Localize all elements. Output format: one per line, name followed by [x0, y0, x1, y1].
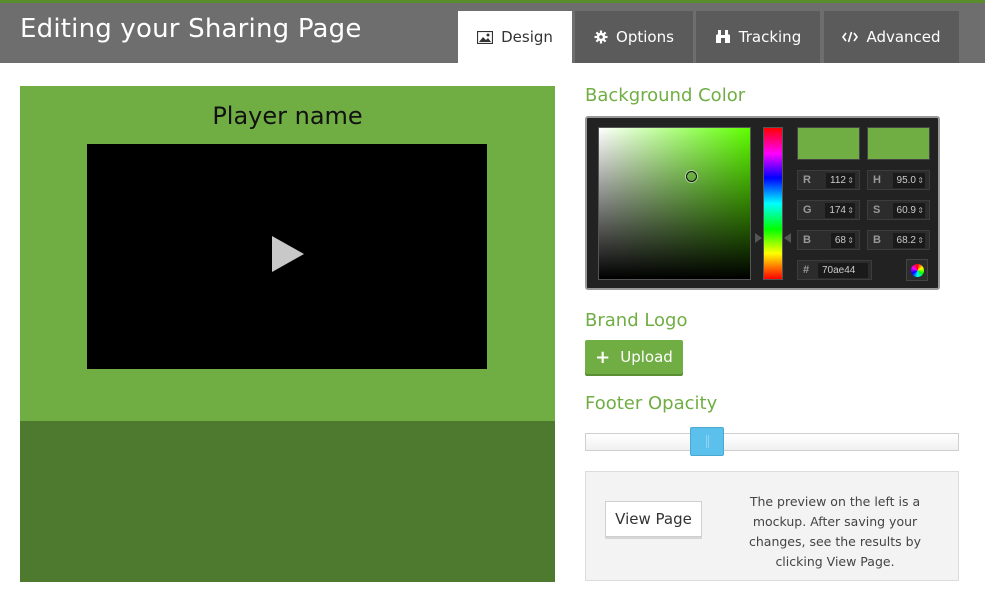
gear-icon: [594, 30, 608, 44]
footer-opacity-slider[interactable]: [585, 433, 959, 451]
view-page-button[interactable]: View Page: [605, 501, 702, 537]
tab-label: Advanced: [866, 28, 941, 46]
hue-arrow-right-icon: [784, 233, 791, 243]
red-input[interactable]: 112: [826, 173, 855, 188]
blue-input[interactable]: 68: [830, 233, 855, 248]
tab-label: Options: [616, 28, 674, 46]
page-title: Editing your Sharing Page: [20, 14, 362, 44]
hue-input[interactable]: 95.0: [892, 173, 925, 188]
slider-handle[interactable]: [690, 427, 724, 456]
hex-input[interactable]: 70ae44: [818, 263, 868, 278]
binoculars-icon: [715, 30, 731, 44]
red-field[interactable]: R 112: [797, 170, 860, 190]
tab-design[interactable]: Design: [458, 11, 572, 63]
brightness-field[interactable]: B 68.2: [867, 230, 930, 250]
green-field[interactable]: G 174: [797, 200, 860, 220]
preview-info-text: The preview on the left is a mockup. Aft…: [749, 494, 921, 569]
play-icon[interactable]: [271, 235, 305, 278]
brightness-input[interactable]: 68.2: [892, 233, 925, 248]
hue-slider[interactable]: [763, 127, 783, 280]
tab-options[interactable]: Options: [575, 11, 693, 63]
video-player[interactable]: [87, 144, 487, 369]
saturation-area[interactable]: [598, 127, 751, 280]
footer-opacity-title: Footer Opacity: [585, 393, 718, 414]
saturation-field[interactable]: S 60.9: [867, 200, 930, 220]
color-cursor[interactable]: [686, 171, 697, 182]
tab-advanced[interactable]: Advanced: [824, 11, 959, 63]
info-box: View Page The preview on the left is a m…: [585, 471, 959, 581]
tab-tracking[interactable]: Tracking: [696, 11, 820, 63]
color-wheel-icon[interactable]: [906, 259, 928, 281]
green-input[interactable]: 174: [825, 203, 855, 218]
hue-field[interactable]: H 95.0: [867, 170, 930, 190]
upload-button[interactable]: + Upload: [585, 340, 683, 374]
upload-label: Upload: [620, 348, 673, 366]
new-color-swatch: [797, 127, 860, 160]
blue-field[interactable]: B 68: [797, 230, 860, 250]
current-color-swatch: [867, 127, 930, 160]
preview-footer: [20, 421, 555, 582]
tab-label: Design: [501, 28, 553, 46]
image-icon: [477, 30, 494, 44]
tab-label: Tracking: [738, 28, 802, 46]
sharing-page-preview: Player name: [20, 86, 555, 582]
background-color-title: Background Color: [585, 85, 746, 106]
brand-logo-title: Brand Logo: [585, 310, 688, 331]
saturation-input[interactable]: 60.9: [892, 203, 925, 218]
player-name: Player name: [212, 102, 363, 130]
header-bar: Editing your Sharing Page Design Options…: [0, 0, 985, 63]
plus-icon: +: [595, 346, 611, 368]
code-icon: [842, 31, 859, 43]
hue-arrow-left-icon: [755, 233, 762, 243]
color-picker: R 112 H 95.0 G 174 S 60.9 B 68 B 68.2 # …: [585, 116, 940, 290]
hex-field[interactable]: # 70ae44: [797, 260, 872, 280]
